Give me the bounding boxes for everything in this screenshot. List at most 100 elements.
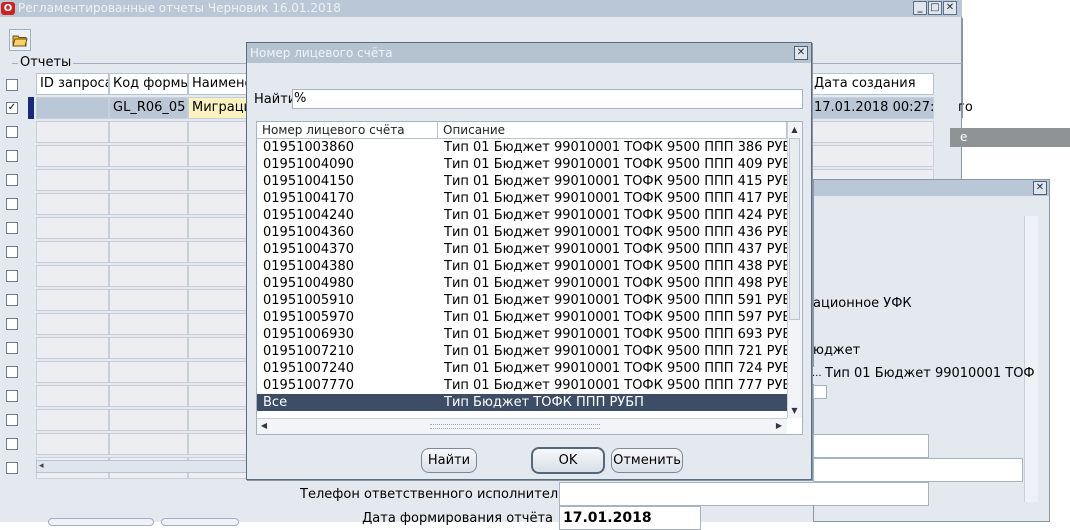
cell-name[interactable]: Миграци <box>188 97 248 119</box>
grid-cell[interactable] <box>188 217 248 239</box>
grid-cell[interactable] <box>36 217 109 239</box>
column-header-form-code[interactable]: Код формы <box>109 73 188 95</box>
grid-cell[interactable] <box>188 265 248 287</box>
list-item[interactable]: 01951003860 Тип 01 Бюджет 99010001 ТОФК 9… <box>257 139 787 156</box>
grid-cell[interactable] <box>109 289 188 311</box>
grid-cell[interactable] <box>36 145 109 167</box>
list-header-account[interactable]: Номер лицевого счёта <box>257 122 438 139</box>
row-checkbox[interactable] <box>6 462 18 474</box>
row-checkbox[interactable] <box>6 174 18 186</box>
grid-cell[interactable] <box>36 169 109 191</box>
column-header-created[interactable]: Дата создания <box>810 73 934 95</box>
row-checkbox[interactable] <box>6 222 18 234</box>
row-checkbox[interactable] <box>6 414 18 426</box>
middle-field[interactable] <box>813 458 1023 482</box>
minimize-icon[interactable]: _ <box>913 1 927 15</box>
grid-cell[interactable] <box>188 169 248 191</box>
grid-cell[interactable] <box>36 241 109 263</box>
cancel-button[interactable]: Отменить <box>611 448 683 473</box>
grid-cell[interactable] <box>188 145 248 167</box>
list-item[interactable]: 01951004380 Тип 01 Бюджет 99010001 ТОФК 9… <box>257 258 787 275</box>
grid-cell[interactable] <box>109 409 188 431</box>
grid-cell[interactable] <box>109 433 188 455</box>
grid-cell[interactable] <box>188 121 248 143</box>
scroll-right-icon[interactable]: ▶ <box>774 420 784 432</box>
row-checkbox[interactable] <box>6 126 18 138</box>
cell-request-id[interactable] <box>36 97 109 119</box>
row-checkbox[interactable] <box>6 270 18 282</box>
scroll-up-icon[interactable]: ▲ <box>789 124 800 136</box>
grid-cell[interactable] <box>36 409 109 431</box>
scroll-left-icon[interactable]: ◀ <box>259 420 269 432</box>
list-item[interactable]: Все Тип Бюджет ТОФК ППП РУБП <box>257 394 787 411</box>
list-item[interactable]: 01951004170 Тип 01 Бюджет 99010001 ТОФК 9… <box>257 190 787 207</box>
grid-cell[interactable] <box>188 241 248 263</box>
lov-button[interactable]: ... <box>812 367 824 384</box>
list-item[interactable]: 01951005910 Тип 01 Бюджет 99010001 ТОФК 9… <box>257 292 787 309</box>
column-header-request-id[interactable]: ID запроса <box>36 73 109 95</box>
grid-cell[interactable] <box>109 193 188 215</box>
list-item[interactable]: 01951004980 Тип 01 Бюджет 99010001 ТОФК 9… <box>257 275 787 292</box>
scroll-down-icon[interactable]: ▼ <box>789 405 800 417</box>
grid-cell[interactable] <box>188 193 248 215</box>
grid-cell[interactable] <box>109 313 188 335</box>
cell-created[interactable]: 17.01.2018 00:27:0 <box>810 97 934 119</box>
row-checkbox[interactable] <box>6 318 18 330</box>
row-checkbox[interactable] <box>6 342 18 354</box>
grid-cell[interactable] <box>109 169 188 191</box>
ok-button[interactable]: OK <box>531 447 605 474</box>
grid-cell[interactable] <box>109 337 188 359</box>
bottom-button-stub-2[interactable] <box>161 518 239 526</box>
grid-horizontal-scrollbar[interactable]: ◂ <box>36 460 250 473</box>
search-input[interactable]: % <box>292 89 803 109</box>
report-date-input[interactable]: 17.01.2018 <box>559 506 701 530</box>
grid-cell[interactable] <box>36 361 109 383</box>
list-item[interactable]: 01951007210 Тип 01 Бюджет 99010001 ТОФК 9… <box>257 343 787 360</box>
grid-cell[interactable] <box>36 385 109 407</box>
list-item[interactable]: 01951005970 Тип 01 Бюджет 99010001 ТОФК 9… <box>257 309 787 326</box>
list-item[interactable]: 01951004240 Тип 01 Бюджет 99010001 ТОФК 9… <box>257 207 787 224</box>
grid-cell[interactable] <box>109 385 188 407</box>
grid-cell[interactable] <box>36 289 109 311</box>
upper-field[interactable] <box>813 434 929 458</box>
grid-cell[interactable] <box>188 409 248 431</box>
grid-cell[interactable] <box>36 337 109 359</box>
secondary-close-icon[interactable]: ✕ <box>1033 181 1047 195</box>
phone-input[interactable] <box>559 482 929 506</box>
find-button[interactable]: Найти <box>421 448 477 473</box>
list-item[interactable]: 01951007770 Тип 01 Бюджет 99010001 ТОФК 9… <box>257 377 787 394</box>
open-folder-icon[interactable] <box>9 29 31 51</box>
row-checkbox[interactable] <box>6 150 18 162</box>
grid-cell[interactable] <box>36 265 109 287</box>
row-checkbox[interactable] <box>6 294 18 306</box>
grid-cell[interactable] <box>188 289 248 311</box>
grid-cell[interactable] <box>109 121 188 143</box>
cell-form-code[interactable]: GL_R06_05 <box>109 97 188 119</box>
row-checkbox[interactable] <box>6 198 18 210</box>
dialog-close-icon[interactable]: ✕ <box>794 46 808 60</box>
list-item[interactable]: 01951004090 Тип 01 Бюджет 99010001 ТОФК 9… <box>257 156 787 173</box>
grid-cell[interactable] <box>188 433 248 455</box>
grid-cell[interactable] <box>109 361 188 383</box>
secondary-field-stub[interactable] <box>813 385 827 399</box>
list-header-description[interactable]: Описание <box>438 122 787 139</box>
select-all-checkbox[interactable] <box>6 79 18 91</box>
grid-cell[interactable] <box>188 337 248 359</box>
grid-cell[interactable] <box>109 241 188 263</box>
list-scroll-thumb[interactable] <box>789 138 800 320</box>
grid-cell[interactable] <box>109 145 188 167</box>
close-icon[interactable]: ✕ <box>943 1 957 15</box>
grid-cell[interactable] <box>36 121 109 143</box>
row-checkbox-checked[interactable]: ✓ <box>6 102 18 114</box>
row-checkbox[interactable] <box>6 366 18 378</box>
list-item[interactable]: 01951006930 Тип 01 Бюджет 99010001 ТОФК 9… <box>257 326 787 343</box>
column-header-name[interactable]: Наимено <box>188 73 248 95</box>
list-item[interactable]: 01951007240 Тип 01 Бюджет 99010001 ТОФК 9… <box>257 360 787 377</box>
grid-cell[interactable] <box>188 313 248 335</box>
grid-cell[interactable] <box>109 265 188 287</box>
bottom-button-stub[interactable] <box>48 518 154 526</box>
list-item[interactable]: 01951004360 Тип 01 Бюджет 99010001 ТОФК 9… <box>257 224 787 241</box>
list-item[interactable]: 01951004150 Тип 01 Бюджет 99010001 ТОФК 9… <box>257 173 787 190</box>
grid-cell[interactable] <box>109 217 188 239</box>
list-item[interactable]: 01951004370 Тип 01 Бюджет 99010001 ТОФК 9… <box>257 241 787 258</box>
